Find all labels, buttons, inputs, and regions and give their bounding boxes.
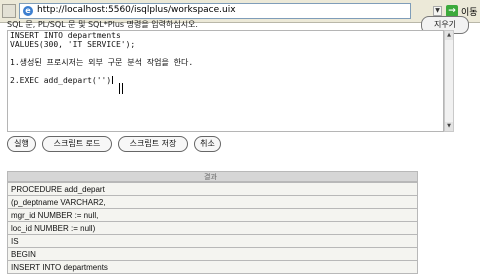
table-cell: (p_deptname VARCHAR2,	[7, 195, 418, 209]
load-script-button[interactable]: 스크립트 로드	[42, 136, 112, 152]
table-cell: loc_id NUMBER := null)	[7, 221, 418, 235]
text-cursor-icon	[119, 83, 123, 94]
result-header-label: 결과	[204, 173, 217, 181]
table-cell: IS	[7, 234, 418, 248]
save-script-button[interactable]: 스크립트 저장	[118, 136, 188, 152]
table-row: mgr_id NUMBER := null,	[7, 208, 418, 222]
sql-line: 1.생성된 프로시저는 외부 구문 분석 작업을 한다.	[10, 58, 194, 67]
editor-scrollbar[interactable]: ▲ ▼	[444, 30, 454, 132]
result-table: PROCEDURE add_depart (p_deptname VARCHAR…	[7, 182, 418, 274]
ie-icon: e	[23, 6, 33, 16]
table-row: INSERT INTO departments	[7, 260, 418, 274]
text-caret	[112, 76, 114, 84]
table-cell: PROCEDURE add_depart	[7, 182, 418, 196]
table-row: loc_id NUMBER := null)	[7, 221, 418, 235]
address-field[interactable]: e http://localhost:5560/isqlplus/workspa…	[19, 3, 411, 19]
execute-button[interactable]: 실행	[7, 136, 36, 152]
table-cell: BEGIN	[7, 247, 418, 261]
sql-editor-content: INSERT INTO departments VALUES(300, 'IT …	[10, 31, 193, 85]
table-row: BEGIN	[7, 247, 418, 261]
table-row: (p_deptname VARCHAR2,	[7, 195, 418, 209]
sql-line	[10, 67, 193, 76]
sql-line-with-caret: 2.EXEC add_depart('')	[10, 76, 193, 85]
sql-editor-textarea[interactable]: INSERT INTO departments VALUES(300, 'IT …	[7, 30, 444, 132]
scroll-down-icon[interactable]: ▼	[445, 122, 453, 131]
result-header: 결과	[7, 171, 418, 182]
table-cell: INSERT INTO departments	[7, 260, 418, 274]
sql-line: INSERT INTO departments	[10, 31, 121, 40]
address-dropdown-icon[interactable]: ▼	[433, 6, 442, 16]
table-row: PROCEDURE add_depart	[7, 182, 418, 196]
page-icon	[2, 4, 16, 18]
sql-line	[10, 49, 193, 58]
scroll-up-icon[interactable]: ▲	[445, 31, 453, 40]
table-cell: mgr_id NUMBER := null,	[7, 208, 418, 222]
url-text[interactable]: http://localhost:5560/isqlplus/workspace…	[37, 5, 236, 15]
sql-line-text: 2.EXEC add_depart('')	[10, 76, 112, 85]
cancel-button[interactable]: 취소	[194, 136, 221, 152]
page-hint: SQL 문, PL/SQL 문 및 SQL*Plus 명령을 입력하십시오.	[7, 20, 198, 29]
table-row: IS	[7, 234, 418, 248]
sql-line: VALUES(300, 'IT SERVICE');	[10, 40, 136, 49]
